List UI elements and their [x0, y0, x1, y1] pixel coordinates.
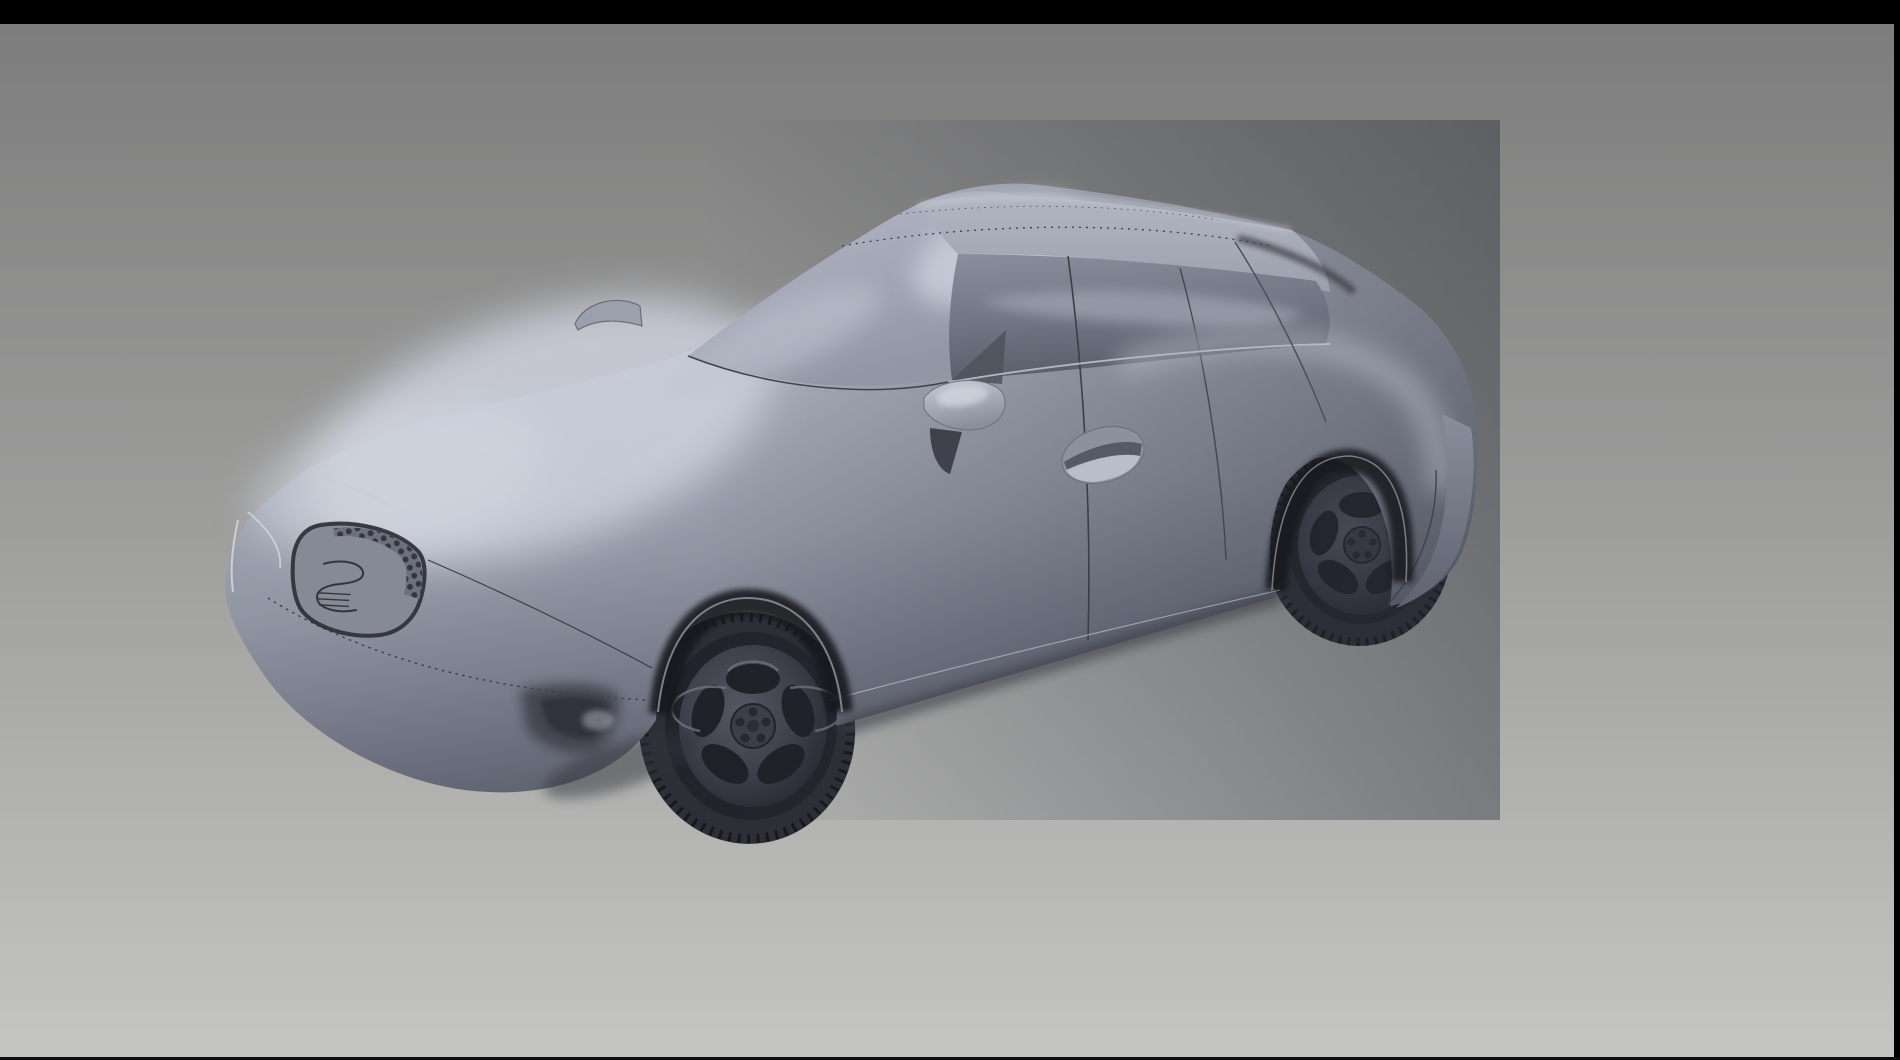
- letterbox-right-bar: [1894, 0, 1900, 1060]
- letterbox-top-bar: [0, 0, 1900, 24]
- render-viewport[interactable]: Monochrome gray 3D render of a SEAT comp…: [0, 0, 1900, 1060]
- render-canvas: Monochrome gray 3D render of a SEAT comp…: [0, 0, 1900, 1060]
